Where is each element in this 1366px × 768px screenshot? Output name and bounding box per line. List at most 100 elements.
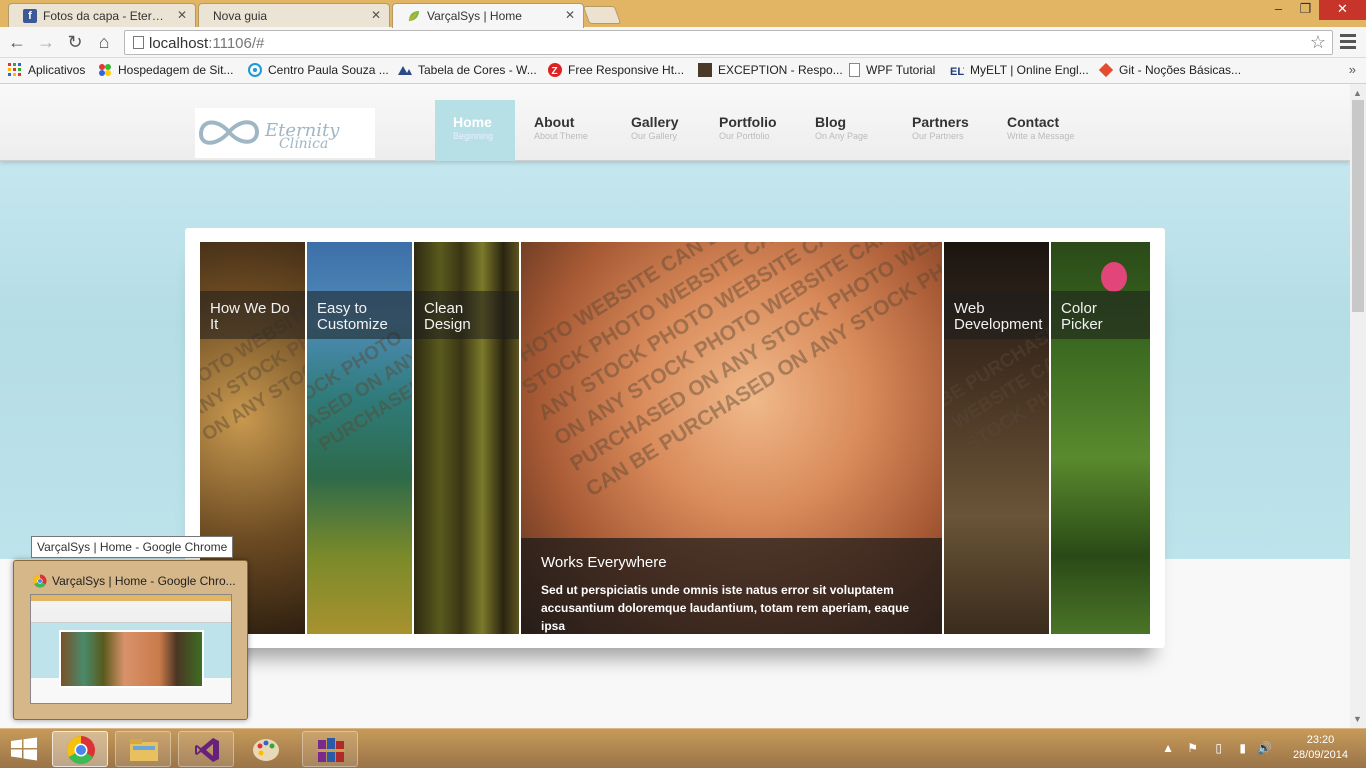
stock-watermark: TOCK PHOTO ASED ON ANY PURCHASED bbox=[307, 326, 413, 456]
stock-watermark: PHOTO WEBSITEANY STOCK PHOTOON ANY STOCK bbox=[200, 299, 306, 446]
page-scrollbar[interactable]: ▲ ▼ bbox=[1350, 84, 1366, 728]
nav-label: Home bbox=[453, 114, 492, 130]
scrollbar-thumb[interactable] bbox=[1352, 100, 1364, 312]
cps-icon bbox=[248, 63, 262, 77]
z-icon: Z bbox=[548, 63, 562, 77]
tab-title: Nova guia bbox=[213, 8, 268, 23]
bookmark-free-responsive[interactable]: Z Free Responsive Ht... bbox=[548, 63, 684, 77]
bookmark-centro-paula-souza[interactable]: Centro Paula Souza ... bbox=[248, 63, 389, 77]
scroll-down-icon[interactable]: ▼ bbox=[1353, 714, 1362, 724]
chevron-right-icon[interactable]: » bbox=[1349, 62, 1356, 77]
slider-panel-web-development[interactable]: BE PURCHASED WEBSITE CAN STOCK PHOTO Web D… bbox=[944, 242, 1050, 634]
elt-icon: ELT bbox=[950, 66, 964, 77]
panel-caption: Color Picker bbox=[1051, 291, 1150, 339]
taskbar-chrome[interactable] bbox=[52, 731, 108, 767]
site-logo[interactable]: Eternity Clínica bbox=[195, 108, 375, 158]
clock-time: 23:20 bbox=[1306, 734, 1335, 746]
address-bar[interactable]: localhost:11106/# ☆ bbox=[124, 30, 1333, 55]
bookmark-aplicativos[interactable]: Aplicativos bbox=[8, 63, 85, 77]
nav-sublabel: On Any Page bbox=[815, 131, 869, 141]
network-icon[interactable]: ▮ bbox=[1239, 741, 1246, 755]
chrome-window-preview[interactable]: VarçalSys | Home - Google Chro... bbox=[13, 560, 248, 720]
nav-sublabel: Our Portfolio bbox=[719, 131, 770, 141]
bookmark-star-icon[interactable]: ☆ bbox=[1310, 32, 1326, 53]
taskbar-visual-studio[interactable] bbox=[178, 731, 234, 767]
restore-icon[interactable]: ❐ bbox=[1292, 0, 1319, 20]
url-text: localhost:11106/# bbox=[149, 35, 264, 52]
scroll-up-icon[interactable]: ▲ bbox=[1353, 88, 1362, 98]
close-tab-icon[interactable]: ✕ bbox=[177, 8, 187, 22]
panel-caption: Clean Design bbox=[414, 291, 519, 339]
chevron-up-icon[interactable]: ▲ bbox=[1162, 741, 1174, 755]
panel-caption: Easy to Customize bbox=[307, 291, 412, 339]
nav-partners[interactable]: Partners Our Partners bbox=[912, 100, 969, 161]
bookmark-label: MyELT | Online Engl... bbox=[970, 63, 1089, 77]
bookmark-hospedagem[interactable]: Hospedagem de Sit... bbox=[98, 63, 233, 77]
close-tab-icon[interactable]: ✕ bbox=[565, 8, 575, 22]
bookmark-label: EXCEPTION - Respo... bbox=[718, 63, 843, 77]
bookmark-myelt[interactable]: ELT MyELT | Online Engl... bbox=[950, 63, 1089, 77]
home-icon[interactable]: ⌂ bbox=[93, 32, 115, 54]
bookmark-label: WPF Tutorial bbox=[866, 63, 936, 77]
nav-portfolio[interactable]: Portfolio Our Portfolio bbox=[719, 100, 777, 161]
taskbar-paint[interactable] bbox=[240, 731, 296, 767]
nav-home[interactable]: Home Beginning bbox=[435, 100, 515, 161]
colors-icon bbox=[398, 66, 412, 75]
panel-caption-box: Works Everywhere Sed ut perspiciatis und… bbox=[521, 538, 942, 634]
slider-panel-easy-to-customize[interactable]: TOCK PHOTO ASED ON ANY PURCHASED Easy to C… bbox=[307, 242, 413, 634]
tab-title: VarçalSys | Home bbox=[427, 9, 522, 23]
close-tab-icon[interactable]: ✕ bbox=[371, 8, 381, 22]
minimize-icon[interactable]: ‒ bbox=[1265, 0, 1292, 20]
reload-icon[interactable]: ↻ bbox=[64, 32, 86, 54]
page-icon bbox=[133, 36, 144, 49]
taskbar-file-explorer[interactable] bbox=[115, 731, 171, 767]
power-icon[interactable]: ▯ bbox=[1215, 741, 1222, 755]
system-clock[interactable]: 23:20 28/09/2014 bbox=[1293, 733, 1348, 763]
chrome-menu-icon[interactable] bbox=[1340, 34, 1356, 52]
bookmark-wpf-tutorial[interactable]: WPF Tutorial bbox=[849, 63, 935, 77]
slider-panel-color-picker[interactable]: Color Picker bbox=[1051, 242, 1150, 634]
tab-fotos-da-capa[interactable]: f Fotos da capa - Eternity Cl ✕ bbox=[8, 3, 196, 27]
clock-date: 28/09/2014 bbox=[1292, 749, 1348, 761]
bookmark-exception[interactable]: EXCEPTION - Respo... bbox=[698, 63, 843, 77]
nav-label: Portfolio bbox=[719, 114, 777, 130]
git-icon bbox=[1099, 63, 1113, 77]
eternity-logo-icon: Eternity Clínica bbox=[198, 120, 340, 152]
nav-gallery[interactable]: Gallery Our Gallery bbox=[631, 100, 678, 161]
windows-taskbar: ▲ ⚑ ▯ ▮ 🔊 23:20 28/09/2014 bbox=[0, 728, 1366, 768]
thumb-toolbar bbox=[31, 601, 231, 611]
taskbar-winrar[interactable] bbox=[302, 731, 358, 767]
windows-start-icon[interactable] bbox=[10, 737, 38, 761]
tab-nova-guia[interactable]: Nova guia ✕ bbox=[198, 3, 390, 27]
bookmark-tabela-de-cores[interactable]: Tabela de Cores - W... bbox=[398, 63, 537, 77]
visual-studio-icon bbox=[195, 738, 219, 762]
nav-about[interactable]: About About Theme bbox=[534, 100, 588, 161]
nav-label: Contact bbox=[1007, 114, 1060, 130]
flower-shape bbox=[1101, 262, 1127, 292]
slider-panel-clean-design[interactable]: Clean Design bbox=[414, 242, 520, 634]
nav-label: Partners bbox=[912, 114, 969, 130]
nav-contact[interactable]: Contact Write a Message bbox=[1007, 100, 1074, 161]
new-tab-button[interactable] bbox=[582, 6, 622, 24]
back-arrow-icon[interactable]: ← bbox=[6, 32, 28, 54]
nav-blog[interactable]: Blog On Any Page bbox=[815, 100, 868, 161]
browser-toolbar: ← → ↻ ⌂ localhost:11106/# ☆ bbox=[0, 27, 1366, 58]
nav-sublabel: Our Gallery bbox=[631, 131, 678, 141]
svg-text:ELT: ELT bbox=[950, 66, 964, 77]
thumb-slider-frame bbox=[59, 630, 204, 688]
bookmark-label: Aplicativos bbox=[28, 63, 86, 77]
volume-icon[interactable]: 🔊 bbox=[1257, 741, 1272, 755]
stock-watermark: PHOTO WEBSITE CAN BE PURCHASED ON ANY ST… bbox=[521, 242, 943, 502]
forward-arrow-icon[interactable]: → bbox=[35, 32, 57, 54]
chrome-icon bbox=[33, 574, 47, 588]
site-header: Eternity Clínica Home Beginning About Ab… bbox=[0, 84, 1350, 161]
nav-label: Gallery bbox=[631, 114, 679, 130]
browser-tab-strip: f Fotos da capa - Eternity Cl ✕ Nova gui… bbox=[0, 0, 1366, 28]
folder-icon bbox=[130, 739, 158, 761]
bookmark-git[interactable]: Git - Noções Básicas... bbox=[1099, 63, 1241, 77]
tab-varcalsys-home[interactable]: VarçalSys | Home ✕ bbox=[392, 3, 584, 28]
close-window-icon[interactable]: ✕ bbox=[1319, 0, 1366, 20]
slider-panel-works-everywhere[interactable]: PHOTO WEBSITE CAN BE PURCHASED ON ANY ST… bbox=[521, 242, 943, 634]
flag-icon[interactable]: ⚑ bbox=[1187, 741, 1198, 755]
window-thumbnail bbox=[30, 594, 232, 704]
